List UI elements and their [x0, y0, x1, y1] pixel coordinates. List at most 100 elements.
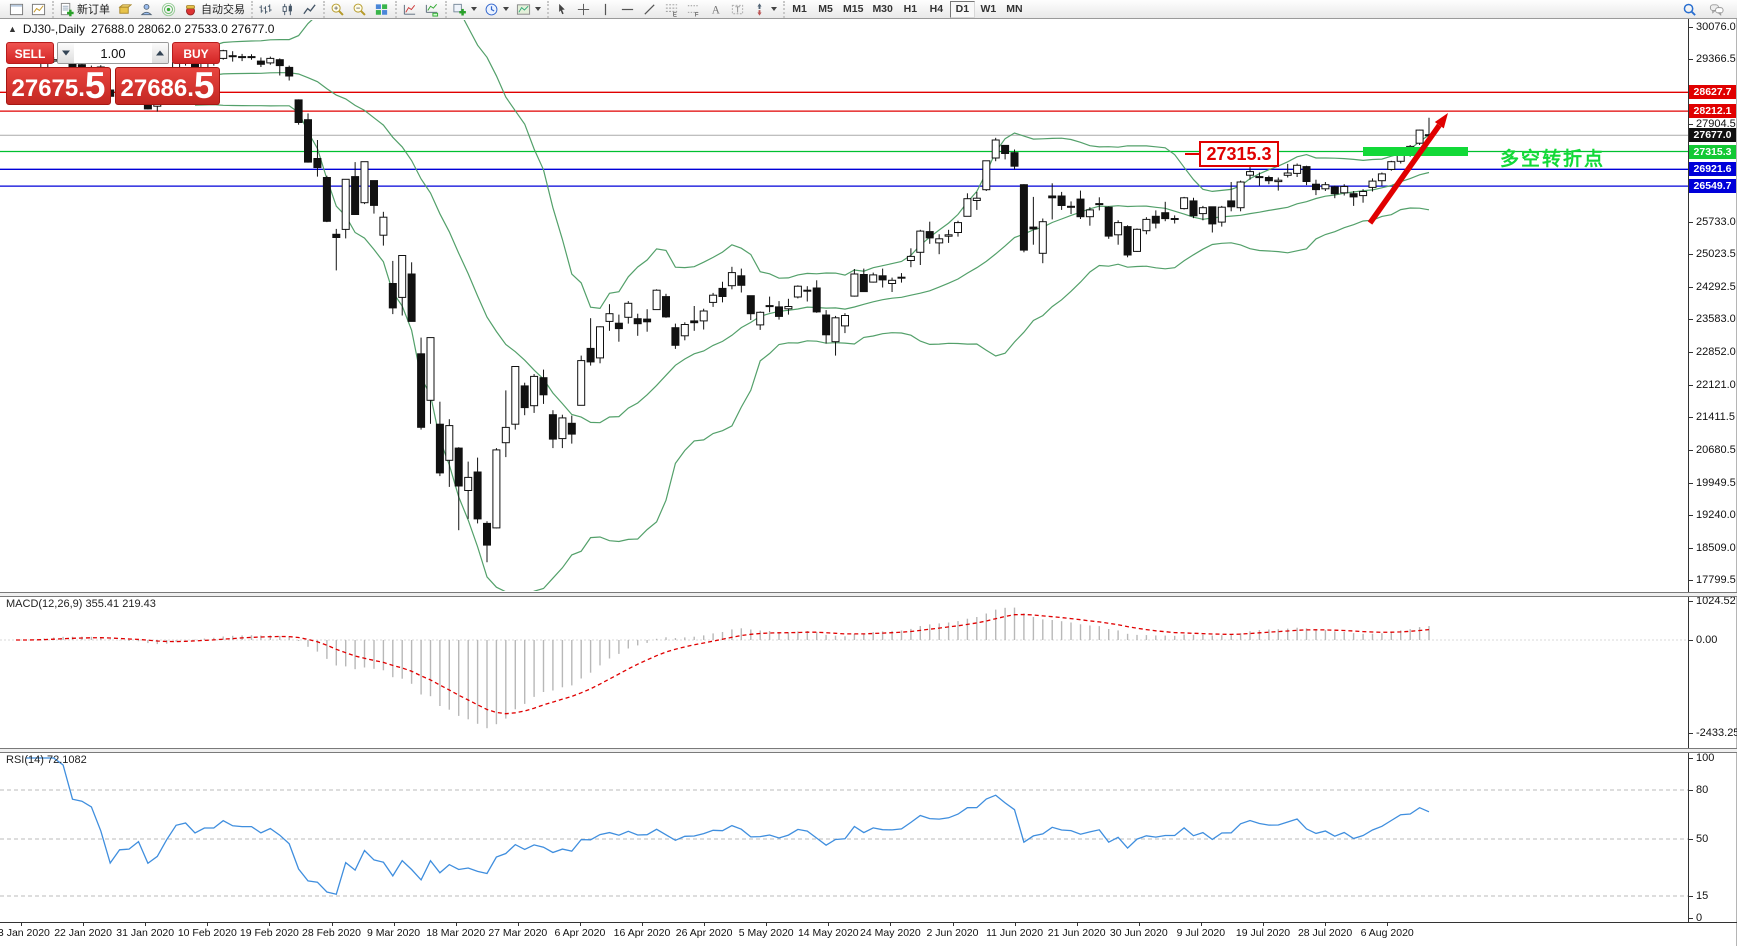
price-tick-label: 24292.5 [1688, 281, 1736, 293]
date-tick-label: 31 Jan 2020 [116, 927, 174, 939]
pane-splitter-rsi[interactable] [0, 748, 1737, 753]
date-tick-label: 13 Jan 2020 [0, 927, 50, 939]
date-tick-mark [1263, 922, 1264, 926]
price-level-badge: 26921.6 [1689, 162, 1736, 176]
price-level-badge: 27315.3 [1689, 145, 1736, 159]
rsi-value: 72.1082 [47, 754, 87, 766]
indicator-tick-label: 0.00 [1688, 634, 1717, 646]
chart-ohlc-values: 27688.0 28062.0 27533.0 27677.0 [91, 22, 275, 36]
time-axis-line [0, 922, 1737, 923]
date-tick-mark [1325, 922, 1326, 926]
date-tick-mark [394, 922, 395, 926]
date-tick-mark [1015, 922, 1016, 926]
collapse-panel-icon[interactable]: ▲ [8, 24, 17, 34]
date-tick-label: 10 Feb 2020 [178, 927, 237, 939]
date-tick-label: 9 Mar 2020 [367, 927, 420, 939]
date-tick-mark [642, 922, 643, 926]
date-tick-mark [269, 922, 270, 926]
date-tick-mark [456, 922, 457, 926]
price-tick-label: 29366.5 [1688, 53, 1736, 65]
date-tick-label: 6 Apr 2020 [554, 927, 605, 939]
indicator-tick-label: 100 [1688, 752, 1714, 764]
date-tick-label: 19 Jul 2020 [1236, 927, 1290, 939]
indicator-tick-label: 80 [1688, 784, 1708, 796]
price-tick-label: 25733.0 [1688, 216, 1736, 228]
date-tick-mark [1077, 922, 1078, 926]
price-level-badge: 28212.1 [1689, 104, 1736, 118]
date-tick-mark [953, 922, 954, 926]
sell-price-main: 27675. [12, 76, 85, 102]
date-tick-mark [21, 922, 22, 926]
chart-ohlc-readout: ▲ DJ30-,Daily 27688.0 28062.0 27533.0 27… [8, 22, 274, 36]
buy-price-button[interactable]: 27686.5 [115, 67, 220, 105]
date-tick-label: 26 Apr 2020 [676, 927, 733, 939]
date-tick-mark [207, 922, 208, 926]
one-click-trade-panel: SELL BUY 27675.5 27686.5 [6, 42, 220, 105]
buy-price-main: 27686. [121, 76, 194, 102]
indicator-tick-label: 50 [1688, 833, 1708, 845]
chart-canvas[interactable] [0, 0, 1737, 946]
date-tick-mark [518, 922, 519, 926]
date-tick-label: 9 Jul 2020 [1177, 927, 1225, 939]
date-tick-label: 11 Jun 2020 [986, 927, 1043, 939]
sell-price-big-digit: 5 [85, 69, 106, 102]
price-tick-label: 19240.0 [1688, 509, 1736, 521]
date-tick-label: 28 Feb 2020 [302, 927, 361, 939]
bull-bear-pivot-note: 多空转折点 [1500, 144, 1605, 171]
date-tick-mark [766, 922, 767, 926]
price-level-badge: 27677.0 [1689, 128, 1736, 142]
date-tick-mark [580, 922, 581, 926]
price-tick-label: 19949.5 [1688, 477, 1736, 489]
price-tick-label: 22121.0 [1688, 379, 1736, 391]
date-tick-label: 5 May 2020 [739, 927, 794, 939]
price-level-badge: 28627.7 [1689, 85, 1736, 99]
price-tick-label: 23583.0 [1688, 313, 1736, 325]
date-tick-mark [145, 922, 146, 926]
price-tick-label: 18509.0 [1688, 542, 1736, 554]
bollinger-bands [195, 0, 1429, 596]
date-tick-label: 24 May 2020 [860, 927, 921, 939]
date-tick-label: 22 Jan 2020 [54, 927, 112, 939]
price-tick-label: 22852.0 [1688, 346, 1736, 358]
buy-button[interactable]: BUY [172, 42, 220, 64]
indicator-tick-label: 0 [1688, 912, 1702, 924]
rsi-line [25, 758, 1429, 894]
sell-button[interactable]: SELL [6, 42, 54, 64]
volume-input[interactable] [74, 43, 152, 63]
date-tick-label: 6 Aug 2020 [1361, 927, 1414, 939]
date-tick-label: 16 Apr 2020 [614, 927, 671, 939]
trading-platform-window: 新订单自动交易EFATM1M5M15M30H1H4D1W1MN ▲ DJ30-,… [0, 0, 1737, 946]
volume-decrease-button[interactable] [58, 43, 74, 63]
date-tick-mark [704, 922, 705, 926]
indicator-tick-label: 15 [1688, 890, 1708, 902]
date-tick-label: 21 Jun 2020 [1048, 927, 1106, 939]
price-tick-label: 25023.5 [1688, 248, 1736, 260]
date-tick-mark [1201, 922, 1202, 926]
date-tick-label: 30 Jun 2020 [1110, 927, 1168, 939]
date-tick-mark [828, 922, 829, 926]
pivot-price-callout: 27315.3 [1199, 141, 1279, 167]
volume-increase-button[interactable] [152, 43, 168, 63]
price-tick-label: 17799.5 [1688, 574, 1736, 586]
macd-signal-value: 219.43 [122, 598, 156, 610]
sell-price-button[interactable]: 27675.5 [6, 67, 111, 105]
chart-symbol-period: DJ30-,Daily [23, 22, 85, 36]
buy-price-big-digit: 5 [194, 69, 215, 102]
date-tick-mark [1139, 922, 1140, 926]
macd-signal-line [16, 615, 1429, 714]
date-tick-label: 27 Mar 2020 [488, 927, 547, 939]
candlestick-series [13, 50, 1433, 562]
date-tick-mark [83, 922, 84, 926]
date-tick-label: 19 Feb 2020 [240, 927, 299, 939]
date-tick-mark [890, 922, 891, 926]
rsi-pane-label: RSI(14) 72.1082 [6, 754, 87, 766]
volume-stepper [57, 42, 169, 64]
pane-splitter-macd[interactable] [0, 592, 1737, 597]
price-tick-label: 30076.0 [1688, 21, 1736, 33]
date-tick-mark [332, 922, 333, 926]
price-tick-label: 20680.5 [1688, 444, 1736, 456]
price-tick-label: 21411.5 [1688, 411, 1735, 423]
date-tick-label: 2 Jun 2020 [927, 927, 979, 939]
date-tick-label: 18 Mar 2020 [426, 927, 485, 939]
date-tick-label: 14 May 2020 [798, 927, 859, 939]
